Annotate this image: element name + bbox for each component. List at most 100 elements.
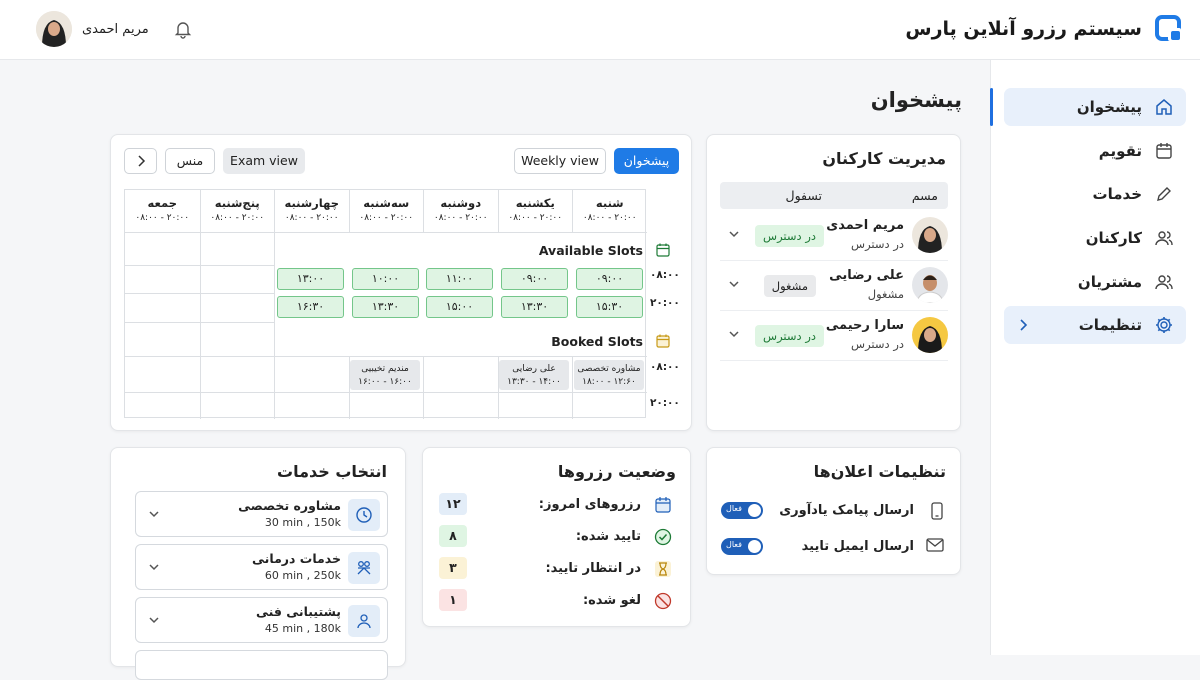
sidebar-item-label: خدمات [1092,185,1142,203]
available-slot[interactable]: ۱۳:۰۰ [277,268,344,290]
gear-icon [1156,317,1172,333]
chevron-down-icon[interactable] [148,510,160,518]
grid-line [125,356,647,357]
chevron-down-icon[interactable] [148,616,160,624]
service-meta: 30 min , 150k [264,516,341,529]
available-slot[interactable]: ۱۵:۳۰ [576,296,643,318]
sidebar-item-calendar[interactable]: تقویم [1004,132,1186,170]
toggle-label: فعال [726,540,742,549]
grid-line [199,232,201,419]
person-icon [357,614,371,629]
chevron-down-icon[interactable] [728,330,740,338]
services-card-title: انتخاب خدمات [277,462,387,481]
sidebar-item-staff[interactable]: کارکنان [1004,219,1186,257]
cancel-icon [654,592,672,610]
email-toggle[interactable]: فعال [721,538,763,555]
status-count: ۱۲ [439,493,467,515]
available-slot[interactable]: ۱۱:۰۰ [426,268,493,290]
next-week-button[interactable] [124,148,157,174]
service-item[interactable]: مشاوره تخصصی 30 min , 150k [135,491,388,537]
booked-time: ۱۸:۰۰ - ۱۲:۶۰ [582,377,636,387]
sidebar: پیشخوان تقویم خدمات کارکنان مشتریان تنظی… [990,60,1200,655]
booked-title: علی رضایی [512,364,556,374]
available-slot[interactable]: ۱۳:۳۰ [501,296,568,318]
users-icon [1155,275,1173,290]
time-label: ۰۸:۰۰ [650,361,680,373]
chevron-right-icon[interactable] [1018,318,1028,332]
exam-view-button[interactable]: Exam view [223,148,305,174]
day-header-sunday: یکشنبه ۰۸:۰۰ - ۲۰:۰۰ [497,190,573,232]
service-item[interactable]: پشتیبانی فنی 45 min , 180k [135,597,388,643]
chevron-down-icon[interactable] [728,230,740,238]
status-badge: مشغول [763,275,816,297]
grid-line [423,356,424,419]
active-indicator [990,88,993,126]
staff-status: مشغول [867,287,904,301]
booked-slot[interactable]: علی رضایی ۱۳:۳۰ - ۱۴:۰۰ [499,360,569,390]
avatar [912,217,948,253]
staff-status: در دسترس [851,337,904,351]
available-slot[interactable]: ۱۶:۳۰ [277,296,344,318]
available-slot[interactable]: ۰۹:۰۰ [501,268,568,290]
status-count: ۱ [439,589,467,611]
sidebar-item-customers[interactable]: مشتریان [1004,263,1186,301]
booked-slot[interactable]: مندیم تخیبیی ۱۶:۰۰ - ۱۶:۰۰ [350,360,420,390]
toggle-label: فعال [726,504,742,513]
avatar [912,267,948,303]
grid-line [572,356,573,419]
available-slot[interactable]: ۱۳:۳۰ [352,296,419,318]
day-name: چهارشنبه [284,196,340,210]
sidebar-item-settings[interactable]: تنظیمات [1004,306,1186,344]
time-label: ۲۰:۰۰ [650,397,680,409]
hourglass-icon [655,561,671,577]
sidebar-item-label: پیشخوان [1076,98,1142,116]
calendar-icon [656,243,670,257]
status-row-today: رزروهای امروز: ۱۲ [437,493,677,517]
staff-table-header: مسم تسفول [720,182,948,209]
booking-status-card: وضعیت رزروها رزروهای امروز: ۱۲ تایید شده… [422,447,691,627]
day-header-tuesday: سه‌شنبه ۰۸:۰۰ - ۲۰:۰۰ [348,190,424,232]
avatar [912,317,948,353]
service-icon-box [348,552,380,584]
staff-row[interactable]: علی رضایی مشغول مشغول [720,261,948,311]
avatar[interactable] [36,11,72,47]
chevron-down-icon[interactable] [728,280,740,288]
sidebar-item-services[interactable]: خدمات [1004,175,1186,213]
calendar-icon [655,497,671,513]
staff-row[interactable]: سارا رحیمی در دسترس در دسترس [720,311,948,361]
available-slot[interactable]: ۰۹:۰۰ [576,268,643,290]
status-badge: در دسترس [755,325,824,347]
chevron-down-icon[interactable] [148,563,160,571]
sms-toggle[interactable]: فعال [721,502,763,519]
day-header-wednesday: چهارشنبه ۰۸:۰۰ - ۲۰:۰۰ [274,190,349,232]
staff-name: علی رضایی [829,268,904,283]
booked-title: مندیم تخیبیی [361,364,409,374]
dashboard-view-button[interactable]: پیشخوان [614,148,679,174]
status-label: تایید شده: [575,529,641,544]
day-header-thursday: پنج‌شنبه ۰۸:۰۰ - ۲۰:۰۰ [199,190,275,232]
available-slot[interactable]: ۱۵:۰۰ [426,296,493,318]
booked-slot[interactable]: مشاوره تخصصی ۱۸:۰۰ - ۱۲:۶۰ [574,360,644,390]
status-label: در انتظار تایید: [545,561,641,576]
service-item[interactable]: خدمات درمانی 60 min , 250k [135,544,388,590]
staff-management-card: مدیریت کارکنان مسم تسفول مریم احمدی در د… [706,134,961,431]
day-hours: ۰۸:۰۰ - ۲۰:۰۰ [359,213,414,223]
notification-card-title: تنظیمات اعلان‌ها [813,462,946,481]
staff-row[interactable]: مریم احمدی در دسترس در دسترس [720,211,948,261]
brand[interactable]: سیستم رزرو آنلاین پارس [905,14,1184,44]
bell-icon[interactable] [173,19,193,39]
notification-label: ارسال ایمیل تایید [801,539,914,554]
sidebar-item-dashboard[interactable]: پیشخوان [1004,88,1186,126]
booked-time: ۱۶:۰۰ - ۱۶:۰۰ [358,377,412,387]
weekly-view-button[interactable]: Weekly view [514,148,606,174]
status-row-pending: در انتظار تایید: ۳ [437,557,677,581]
service-icon-box [348,499,380,531]
notification-label: ارسال پیامک یادآوری [779,503,914,518]
user-menu[interactable]: مریم احمدی [36,11,193,47]
calendar-card: پیشخوان Weekly view Exam view منس شنبه ۰۸… [110,134,692,431]
more-button[interactable]: منس [165,148,215,174]
day-name: جمعه [147,196,177,210]
user-name: مریم احمدی [82,21,149,37]
available-slot[interactable]: ۱۰:۰۰ [352,268,419,290]
booked-time: ۱۳:۳۰ - ۱۴:۰۰ [507,377,561,387]
